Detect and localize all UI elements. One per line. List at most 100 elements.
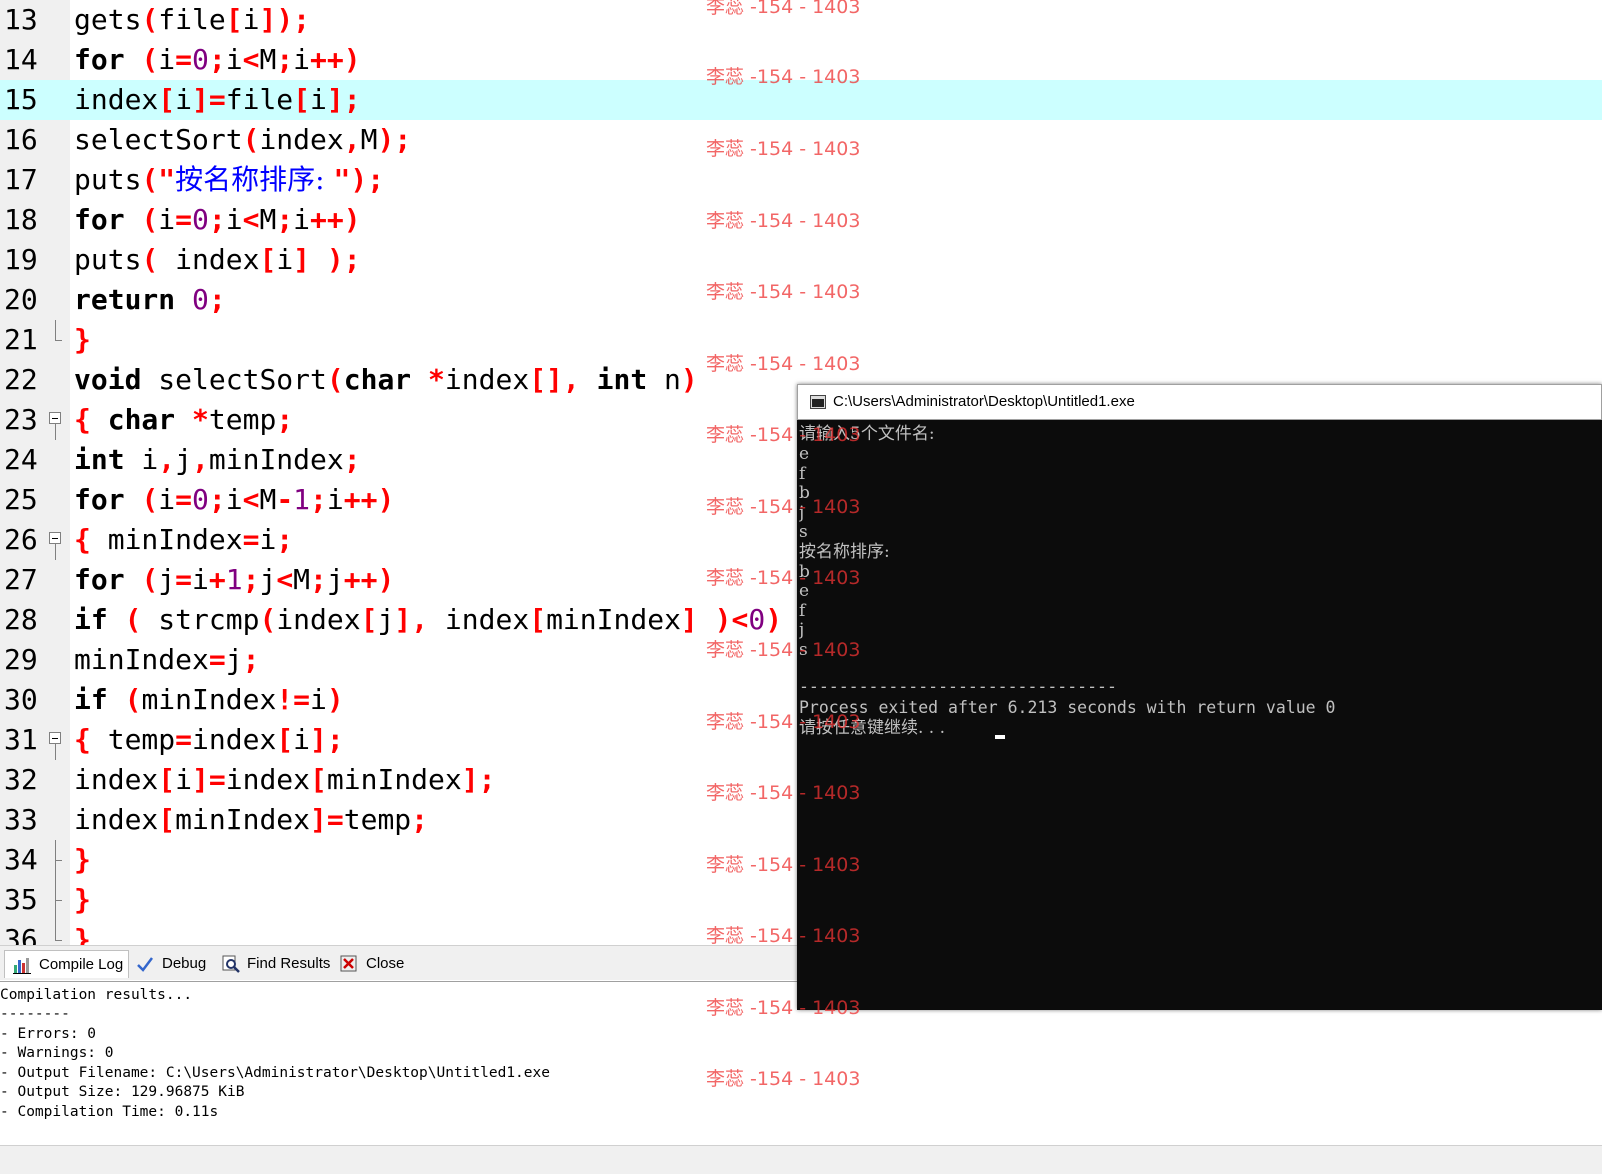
tab-compile-log-label: Compile Log [39, 956, 124, 973]
code-text: if (minIndex!=i) [74, 683, 344, 716]
line-number: 16 [4, 123, 38, 156]
code-line[interactable]: 17 puts("按名称排序: "); [0, 160, 1602, 200]
console-line: e [799, 581, 810, 601]
console-cursor [995, 735, 1005, 739]
line-number: 24 [4, 443, 38, 476]
console-app-icon [810, 395, 826, 409]
code-text: { minIndex=i; [74, 523, 294, 556]
line-number: 32 [4, 763, 38, 796]
line-number: 23 [4, 403, 38, 436]
fold-toggle-icon[interactable] [48, 400, 64, 440]
fold-toggle-icon[interactable] [48, 520, 64, 560]
line-number: 29 [4, 643, 38, 676]
code-text: puts("按名称排序: "); [74, 163, 385, 196]
fold-toggle-icon[interactable] [48, 720, 64, 760]
console-line: f [799, 601, 806, 621]
tab-debug-label: Debug [162, 955, 207, 972]
bar-chart-icon [13, 958, 31, 974]
line-number: 30 [4, 683, 38, 716]
log-line: Compilation results... [0, 987, 193, 1003]
log-line: - Output Size: 129.96875 KiB [0, 1084, 245, 1100]
tab-find-results-label: Find Results [247, 955, 331, 972]
code-text: puts( index[i] ); [74, 243, 361, 276]
code-text: for (i=0;i<M;i++) [74, 43, 361, 76]
console-line: s [799, 640, 808, 660]
code-text: index[i]=index[minIndex]; [74, 763, 496, 796]
log-line: - Errors: 0 [0, 1026, 97, 1042]
tab-close-label: Close [366, 955, 405, 972]
line-number: 33 [4, 803, 38, 836]
tab-find-results[interactable]: Find Results [220, 950, 332, 978]
console-line: 请按任意键继续. . . [799, 718, 946, 738]
console-line: 请输入5个文件名: [799, 424, 935, 444]
line-number: 19 [4, 243, 38, 276]
line-number: 20 [4, 283, 38, 316]
line-number: 35 [4, 883, 38, 916]
fold-line-icon [48, 840, 64, 880]
console-line: j [799, 620, 805, 640]
line-number: 25 [4, 483, 38, 516]
log-line: -------- [0, 1006, 70, 1022]
console-line: e [799, 444, 810, 464]
fold-line-icon [48, 880, 64, 920]
console-title-bar[interactable]: C:\Users\Administrator\Desktop\Untitled1… [797, 384, 1602, 420]
console-window[interactable]: C:\Users\Administrator\Desktop\Untitled1… [797, 384, 1602, 1010]
code-line[interactable]: 13 gets(file[i]); [0, 0, 1602, 40]
line-number: 27 [4, 563, 38, 596]
code-line[interactable]: 15 index[i]=file[i]; [0, 80, 1602, 120]
code-text: { char *temp; [74, 403, 294, 436]
code-line[interactable]: 18 for (i=0;i<M;i++) [0, 200, 1602, 240]
fold-line-icon [48, 320, 64, 360]
line-number: 14 [4, 43, 38, 76]
code-text: gets(file[i]); [74, 3, 311, 36]
code-text: return 0; [74, 283, 226, 316]
tab-debug[interactable]: Debug [134, 950, 214, 978]
console-line: -------------------------------- [799, 677, 1117, 696]
code-line[interactable]: 14 for (i=0;i<M;i++) [0, 40, 1602, 80]
tab-compile-log[interactable]: Compile Log [4, 950, 129, 978]
code-text: for (i=0;i<M-1;i++) [74, 483, 395, 516]
console-line: b [799, 562, 810, 582]
console-line: s [799, 522, 808, 542]
log-line: - Output Filename: C:\Users\Administrato… [0, 1065, 550, 1081]
bottom-tab-bar: Compile Log Debug Find Results Close [0, 945, 797, 980]
code-line[interactable]: 19 puts( index[i] ); [0, 240, 1602, 280]
line-number: 13 [4, 3, 38, 36]
code-line[interactable]: 21} [0, 320, 1602, 360]
check-icon [137, 957, 153, 972]
code-text: } [74, 843, 91, 876]
line-number: 17 [4, 163, 38, 196]
line-number: 21 [4, 323, 38, 356]
status-bar [0, 1145, 1602, 1174]
code-text: minIndex=j; [74, 643, 260, 676]
line-number: 31 [4, 723, 38, 756]
line-number: 28 [4, 603, 38, 636]
code-text: index[i]=file[i]; [74, 83, 361, 116]
log-line: - Compilation Time: 0.11s [0, 1104, 219, 1120]
console-line: f [799, 464, 806, 484]
console-line: 按名称排序: [799, 542, 890, 562]
console-line: j [799, 503, 805, 523]
console-output[interactable]: 请输入5个文件名: e f b j s 按名称排序: b e f j s ---… [799, 424, 1599, 1004]
code-text: if ( strcmp(index[j], index[minIndex] )<… [74, 603, 783, 636]
code-line[interactable]: 16 selectSort(index,M); [0, 120, 1602, 160]
line-number: 18 [4, 203, 38, 236]
compile-log-panel[interactable]: Compilation results... -------- - Errors… [0, 981, 797, 1146]
code-text: for (j=i+1;j<M;j++) [74, 563, 395, 596]
console-line: Process exited after 6.213 seconds with … [799, 698, 1336, 717]
code-text: { temp=index[i]; [74, 723, 344, 756]
line-number: 26 [4, 523, 38, 556]
code-text: index[minIndex]=temp; [74, 803, 429, 836]
code-text: int i,j,minIndex; [74, 443, 361, 476]
line-number: 15 [4, 83, 38, 116]
code-line[interactable]: 20 return 0; [0, 280, 1602, 320]
code-text: } [74, 883, 91, 916]
code-text: void selectSort(char *index[], int n) [74, 363, 698, 396]
code-text: for (i=0;i<M;i++) [74, 203, 361, 236]
tab-close[interactable]: Close [338, 950, 408, 978]
log-line: - Warnings: 0 [0, 1045, 114, 1061]
console-line: b [799, 483, 810, 503]
find-icon [222, 955, 240, 973]
close-icon [340, 955, 357, 972]
code-text: } [74, 323, 91, 356]
